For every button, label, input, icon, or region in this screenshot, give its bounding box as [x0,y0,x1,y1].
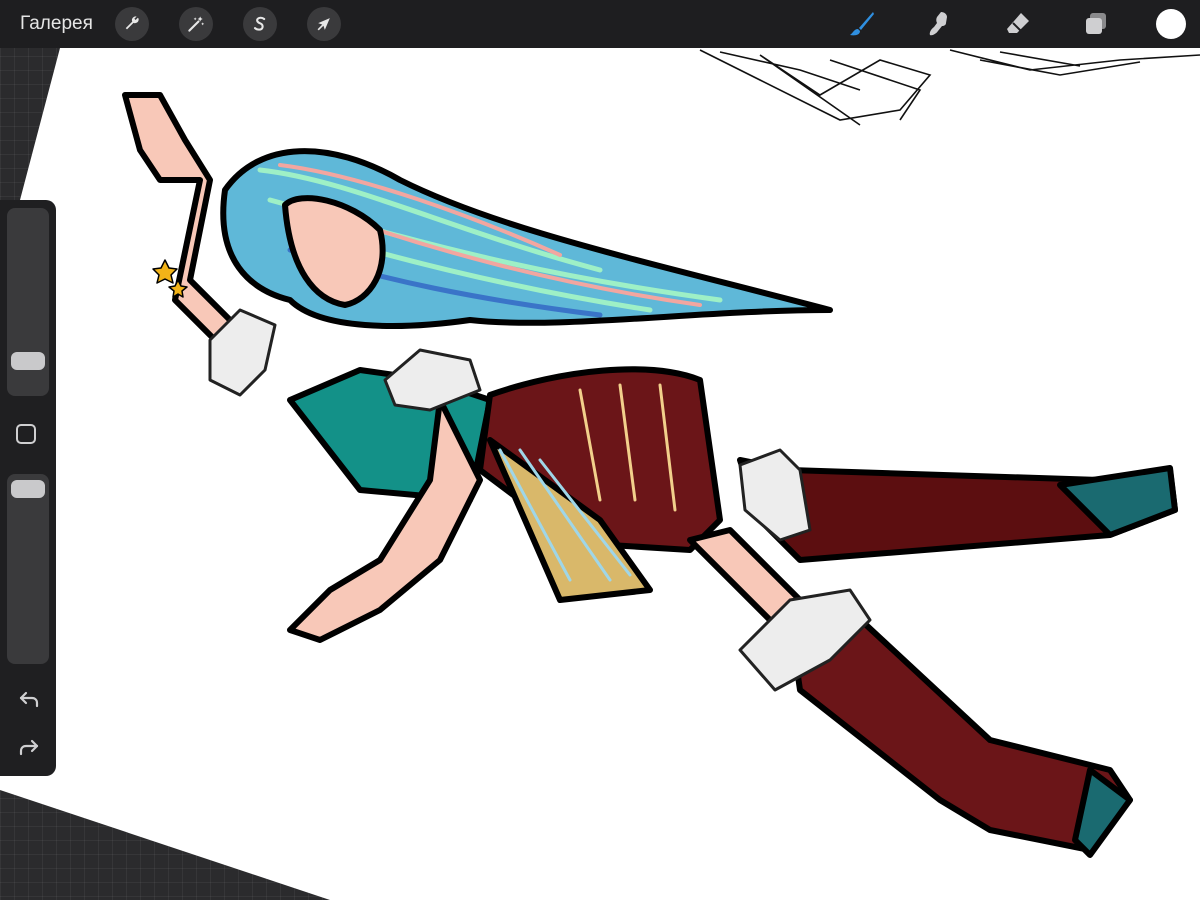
selection-button[interactable] [242,7,277,41]
brush-tool[interactable] [844,6,880,42]
redo-icon [19,739,39,756]
smudge-icon [929,12,947,36]
smudge-tool[interactable] [922,6,958,42]
undo-button[interactable] [16,686,42,712]
eraser-tool[interactable] [1000,6,1036,42]
tool-group [802,0,1200,48]
color-picker-swatch[interactable] [1156,9,1186,39]
transform-button[interactable] [306,7,341,41]
brush-icon [850,12,874,36]
brush-size-slider[interactable] [7,208,49,396]
gallery-button[interactable]: Галерея [20,13,93,35]
opacity-slider[interactable] [7,474,49,664]
undo-icon [19,691,39,708]
modify-button[interactable] [16,424,36,444]
wrench-icon [125,16,139,30]
redo-button[interactable] [16,734,42,760]
eraser-icon [1007,13,1029,33]
arrow-cursor-icon [317,18,330,31]
brush-size-thumb[interactable] [11,352,45,370]
adjustments-button[interactable] [178,7,213,41]
top-toolbar: Галерея [0,0,1200,48]
layers-icon [1086,13,1106,34]
magic-wand-icon [188,16,205,32]
drawing-canvas[interactable] [0,0,1200,900]
left-sidebar [0,200,56,776]
actions-button[interactable] [114,7,149,41]
opacity-thumb[interactable] [11,480,45,498]
layers-button[interactable] [1078,6,1114,42]
selection-s-icon [253,16,266,31]
